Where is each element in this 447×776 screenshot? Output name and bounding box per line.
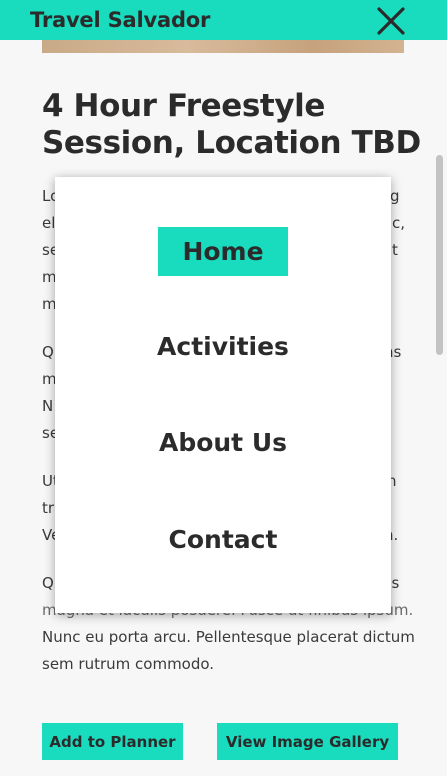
hero-image [42,40,404,53]
text-fragment: Q [42,343,54,361]
close-menu-button[interactable] [376,6,406,36]
add-to-planner-button[interactable]: Add to Planner [42,723,183,760]
menu-item-label: Activities [157,332,289,361]
nav-menu: Home Activities About Us Contact [55,177,391,613]
close-icon [377,7,405,35]
text-fragment: Q [42,574,54,592]
text-fragment: g [390,187,400,205]
scrollbar[interactable] [436,155,443,355]
menu-item-activities[interactable]: Activities [55,327,391,367]
text-fragment: N [42,397,54,415]
menu-item-about-us[interactable]: About Us [55,423,391,463]
menu-item-label: Home [158,227,288,276]
menu-item-label: About Us [158,428,288,457]
top-bar: Travel Salvador [0,0,447,40]
brand-title[interactable]: Travel Salvador [30,0,210,40]
text-line: sem rutrum commodo. [42,655,215,673]
page-title: 4 Hour Freestyle Session, Location TBD [42,88,421,161]
menu-item-label: Contact [168,525,278,554]
page: Travel Salvador 4 Hour Freestyle Session… [0,0,447,776]
menu-item-home[interactable]: Home [55,227,391,276]
menu-item-contact[interactable]: Contact [55,520,391,560]
text-fragment: el [42,214,56,232]
text-line: Nunc eu porta arcu. Pellentesque placera… [42,628,414,646]
text-fragment: c, [392,214,406,232]
text-fragment: t [392,241,398,259]
text-fragment: tr [42,499,55,517]
view-image-gallery-button[interactable]: View Image Gallery [217,723,398,760]
